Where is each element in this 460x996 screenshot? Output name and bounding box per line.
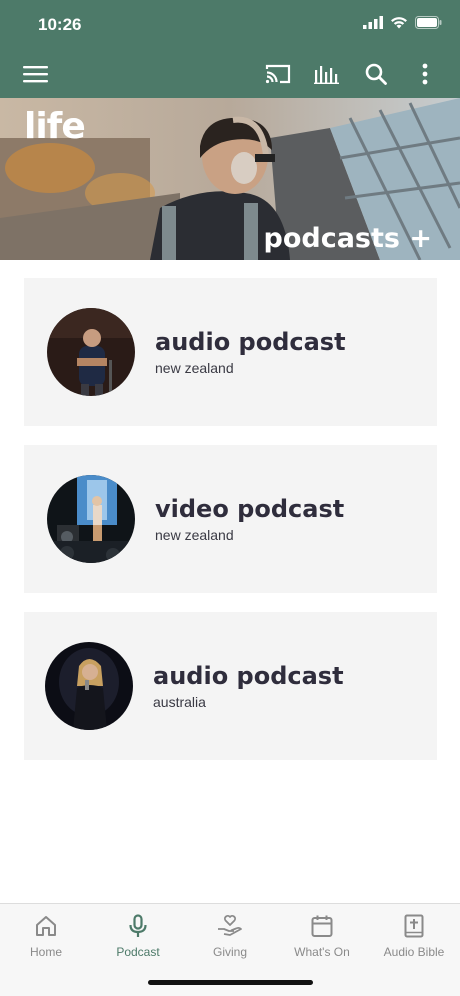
wifi-icon [391, 17, 407, 29]
podcast-card-audio-nz[interactable]: audio podcast new zealand [24, 278, 437, 426]
podcast-thumbnail [47, 308, 135, 396]
tab-label: Podcast [116, 945, 160, 959]
podcast-region: australia [153, 694, 206, 710]
podcast-region: new zealand [155, 360, 234, 376]
tab-label: Giving [212, 945, 247, 959]
cast-icon [265, 64, 291, 84]
app-bar [0, 50, 460, 98]
microphone-icon [124, 912, 152, 940]
home-indicator [148, 980, 313, 985]
life-logo: life [24, 106, 86, 147]
cellular-signal-icon [363, 16, 383, 29]
battery-icon [415, 16, 442, 29]
status-icons [363, 16, 442, 29]
podcast-card-video-nz[interactable]: video podcast new zealand [24, 445, 437, 593]
cast-button[interactable] [264, 60, 292, 88]
podcast-title: video podcast [155, 495, 345, 523]
status-bar: 10:26 [0, 0, 460, 50]
hero-title: podcasts + [263, 223, 433, 254]
tab-label: Home [29, 945, 62, 959]
bible-icon [400, 912, 428, 940]
speaker-photo [47, 308, 135, 396]
podcast-title: audio podcast [153, 662, 344, 690]
audio-levels-button[interactable] [313, 60, 341, 88]
tab-home[interactable]: Home [0, 912, 92, 972]
search-button[interactable] [362, 60, 390, 88]
search-icon [365, 63, 387, 85]
tab-label: Audio Bible [383, 945, 445, 959]
podcasts-hero-banner: life podcasts + [0, 98, 460, 260]
giving-hand-heart-icon [216, 912, 244, 940]
tab-label: What's On [294, 945, 350, 959]
stage-photo [47, 475, 135, 563]
menu-button[interactable] [22, 60, 50, 88]
tab-giving[interactable]: Giving [184, 912, 276, 972]
podcast-title: audio podcast [155, 328, 346, 356]
singer-photo [45, 642, 133, 730]
tab-audio-bible[interactable]: Audio Bible [368, 912, 460, 972]
status-time: 10:26 [38, 15, 82, 34]
podcast-thumbnail [47, 475, 135, 563]
podcast-thumbnail [45, 642, 133, 730]
podcast-card-audio-au[interactable]: audio podcast australia [24, 612, 437, 760]
podcast-list: audio podcast new zealand video podcast … [24, 278, 437, 779]
podcast-region: new zealand [155, 527, 234, 543]
tab-podcast[interactable]: Podcast [92, 912, 184, 972]
hamburger-menu-icon [23, 66, 48, 83]
calendar-icon [308, 912, 336, 940]
tab-whats-on[interactable]: What's On [276, 912, 368, 972]
home-icon [32, 912, 60, 940]
audio-levels-icon [314, 66, 339, 84]
more-options-button[interactable] [411, 60, 439, 88]
more-vertical-icon [422, 63, 428, 85]
